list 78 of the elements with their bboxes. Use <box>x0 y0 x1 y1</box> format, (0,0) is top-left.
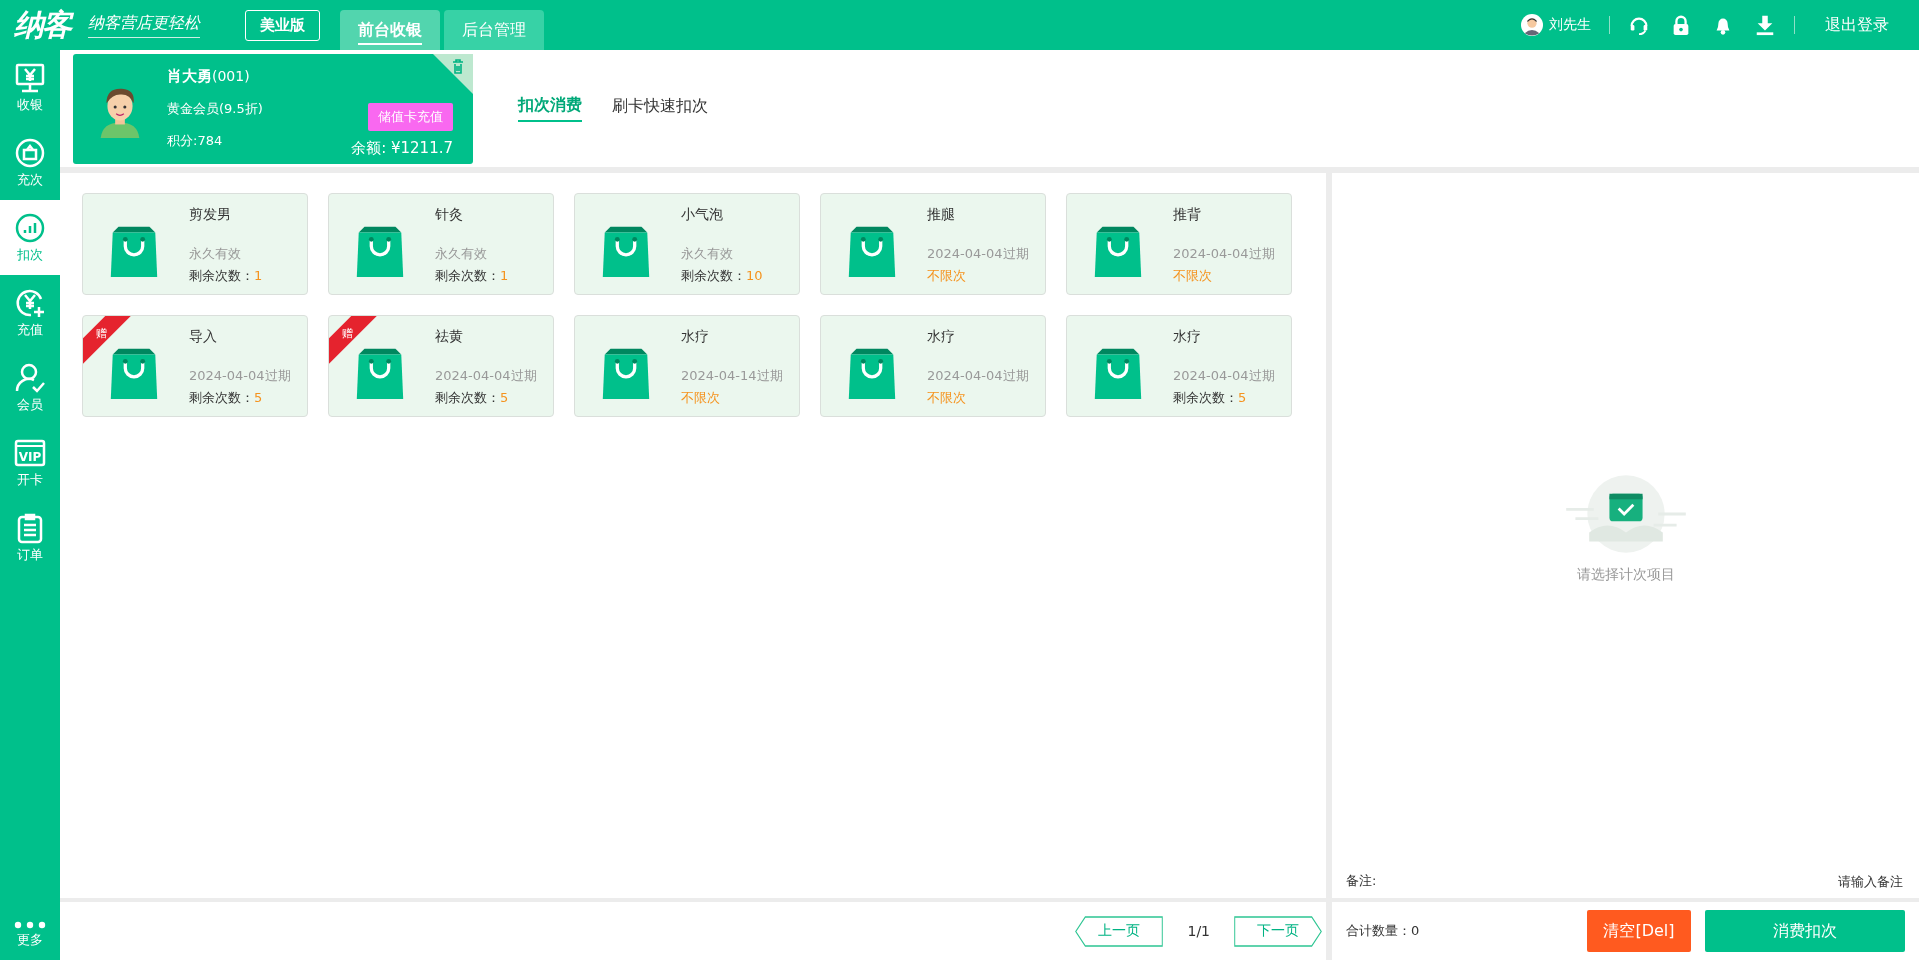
sidebar-item[interactable]: 订单 <box>0 500 60 575</box>
service-card[interactable]: 水疗 2024-04-04过期 不限次 <box>820 315 1046 417</box>
validity-text: 2024-04-04过期 <box>927 245 1029 263</box>
sidebar-item[interactable]: 充值 <box>0 275 60 350</box>
validity-text: 永久有效 <box>189 245 242 263</box>
service-name: 水疗 <box>927 328 956 346</box>
service-card[interactable]: 剪发男 永久有效 剩余次数：1 <box>82 193 308 295</box>
service-card[interactable]: 推背 2024-04-04过期 不限次 <box>1066 193 1292 295</box>
service-card[interactable]: 赠 导入 2024-04-04过期 剩余次数：5 <box>82 315 308 417</box>
sidebar-item[interactable]: VIP 开卡 <box>0 425 60 500</box>
validity-text: 永久有效 <box>435 245 488 263</box>
circle-box-icon <box>14 136 46 169</box>
unlimited-label: 不限次 <box>1173 267 1213 285</box>
member-balance: 余额: ¥1211.7 <box>351 139 453 158</box>
validity-text: 2024-04-14过期 <box>681 367 783 385</box>
unlimited-label: 不限次 <box>681 389 721 407</box>
sidebar-item[interactable]: 收银 <box>0 50 60 125</box>
recharge-button[interactable]: 储值卡充值 <box>368 103 453 131</box>
service-card[interactable]: 针灸 永久有效 剩余次数：1 <box>328 193 554 295</box>
bar-chart-icon <box>14 211 46 244</box>
service-name: 针灸 <box>435 206 464 224</box>
user-avatar-icon <box>1521 14 1543 36</box>
service-name: 导入 <box>189 328 218 346</box>
validity-text: 2024-04-04过期 <box>189 367 291 385</box>
edition-badge: 美业版 <box>245 9 320 41</box>
next-page-button[interactable]: 下一页 <box>1234 915 1322 947</box>
remark-label: 备注: <box>1346 872 1377 890</box>
consume-button[interactable]: 消费扣次 <box>1705 910 1905 952</box>
total-quantity: 合计数量：0 <box>1346 922 1420 940</box>
clear-button[interactable]: 清空[Del] <box>1587 910 1691 952</box>
validity-text: 2024-04-04过期 <box>435 367 537 385</box>
remaining-count: 剩余次数：1 <box>435 267 509 285</box>
member-name: 肖大勇(001) <box>167 67 251 86</box>
card-corner-drawing <box>433 53 473 94</box>
validity-text: 2024-04-04过期 <box>1173 245 1275 263</box>
service-name: 水疗 <box>681 328 710 346</box>
page-indicator: 1/1 <box>1187 923 1210 939</box>
remark-input[interactable]: 请输入备注 <box>1376 872 1905 890</box>
slogan: 纳客营店更轻松 <box>88 12 200 38</box>
unlimited-label: 不限次 <box>927 267 967 285</box>
remaining-count: 剩余次数：1 <box>189 267 263 285</box>
person-check-icon <box>14 361 46 394</box>
sub-tab[interactable]: 扣次消费 <box>518 95 582 122</box>
validity-text: 永久有效 <box>681 245 734 263</box>
remaining-count: 剩余次数：5 <box>435 389 510 407</box>
service-card[interactable]: 水疗 2024-04-14过期 不限次 <box>574 315 800 417</box>
member-level: 黄金会员(9.5折) <box>167 100 263 118</box>
service-card[interactable]: 水疗 2024-04-04过期 剩余次数：5 <box>1066 315 1292 417</box>
service-card[interactable]: 赠 祛黄 2024-04-04过期 剩余次数：5 <box>328 315 554 417</box>
remaining-count: 剩余次数：5 <box>1173 389 1248 407</box>
validity-text: 2024-04-04过期 <box>1173 367 1275 385</box>
service-name: 水疗 <box>1173 328 1202 346</box>
service-card[interactable]: 推腿 2024-04-04过期 不限次 <box>820 193 1046 295</box>
service-name: 推腿 <box>927 206 956 224</box>
validity-text: 2024-04-04过期 <box>927 367 1029 385</box>
remaining-count: 剩余次数：10 <box>681 267 763 285</box>
member-points: 积分:784 <box>167 132 224 150</box>
sidebar-item[interactable]: 会员 <box>0 350 60 425</box>
nav-tab[interactable]: 后台管理 <box>444 10 544 50</box>
user-name[interactable]: 刘先生 <box>1549 16 1591 34</box>
sidebar-item[interactable]: 扣次 <box>0 200 60 275</box>
sub-tab[interactable]: 刷卡快速扣次 <box>612 95 708 122</box>
dots-icon <box>14 921 46 929</box>
more-button[interactable]: 更多 <box>0 910 60 960</box>
download-icon[interactable] <box>1754 14 1776 36</box>
service-name: 祛黄 <box>435 328 464 346</box>
monitor-yen-icon <box>14 61 46 94</box>
service-name: 剪发男 <box>189 206 232 224</box>
unlimited-label: 不限次 <box>927 389 967 407</box>
service-card[interactable]: 小气泡 永久有效 剩余次数：10 <box>574 193 800 295</box>
remaining-count: 剩余次数：5 <box>189 389 264 407</box>
nav-tab[interactable]: 前台收银 <box>340 10 440 50</box>
logout-button[interactable]: 退出登录 <box>1813 14 1889 36</box>
empty-hint: 请选择计次项目 <box>1576 565 1675 584</box>
sidebar-item[interactable]: 充次 <box>0 125 60 200</box>
service-name: 推背 <box>1173 206 1202 224</box>
service-name: 小气泡 <box>681 206 724 224</box>
prev-page-button[interactable]: 上一页 <box>1075 915 1164 947</box>
